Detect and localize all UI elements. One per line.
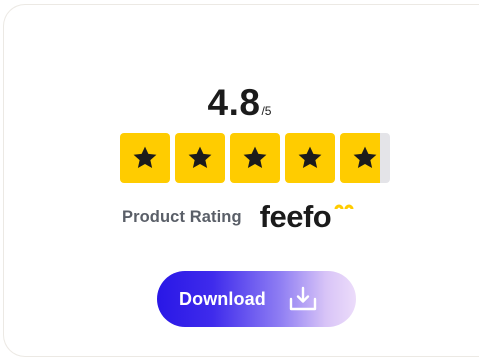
feefo-logo: feefo bbox=[260, 200, 356, 234]
rating-score: 4.8/5 bbox=[0, 82, 479, 124]
download-tray-icon bbox=[289, 286, 316, 311]
star-icon bbox=[243, 146, 267, 169]
star-icon bbox=[133, 146, 157, 169]
star-icon bbox=[298, 146, 322, 169]
feefo-wordmark: feefo bbox=[259, 199, 332, 234]
star-4 bbox=[285, 133, 335, 183]
star-rating bbox=[120, 133, 391, 183]
star-2 bbox=[175, 133, 225, 183]
star-5-partial bbox=[340, 133, 390, 183]
download-button-label: Download bbox=[179, 288, 266, 309]
download-button[interactable]: Download bbox=[157, 271, 356, 327]
star-icon bbox=[353, 146, 377, 169]
rating-source-row: Product Rating feefo bbox=[122, 200, 355, 234]
feefo-eyes-icon bbox=[334, 204, 354, 209]
star-3 bbox=[230, 133, 280, 183]
product-rating-label: Product Rating bbox=[122, 207, 242, 226]
star-icon bbox=[188, 146, 212, 169]
star-1 bbox=[120, 133, 170, 183]
rating-score-value: 4.8 bbox=[207, 82, 261, 123]
rating-score-scale: /5 bbox=[261, 104, 272, 118]
